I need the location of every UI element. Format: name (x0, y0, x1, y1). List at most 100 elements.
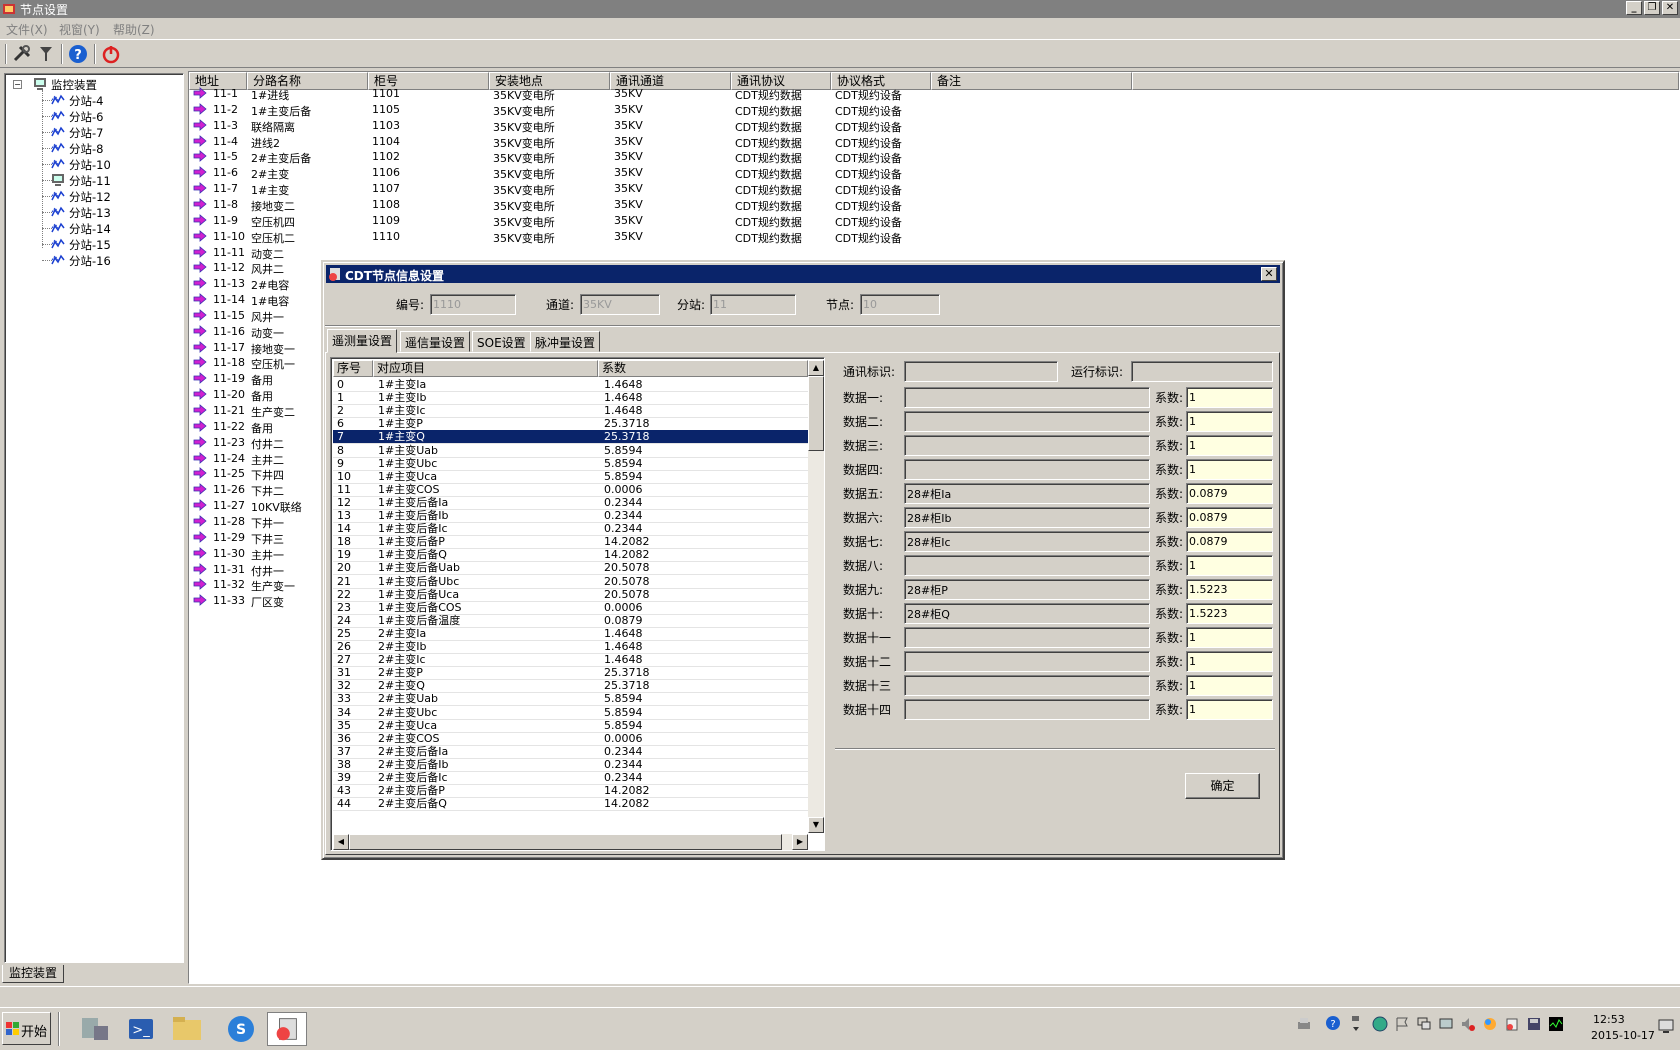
data-field[interactable] (904, 387, 1150, 408)
data-field[interactable] (904, 699, 1150, 720)
table-row[interactable]: 11-8 接地变二 1108 35KV变电所 35KV CDT规约数据 CDT规约设备 (189, 196, 1132, 213)
tab-soe[interactable]: SOE设置 (472, 331, 531, 352)
filter-icon[interactable] (35, 43, 57, 65)
list-item[interactable]: 34 2#主变Ubc 5.8594 (333, 706, 808, 720)
table-row[interactable]: 11-1 1#进线 1101 35KV变电所 35KV CDT规约数据 CDT规约设备 (189, 85, 1132, 102)
tab-pulse[interactable]: 脉冲量设置 (530, 331, 601, 352)
tray-expand-icon[interactable] (1351, 1014, 1361, 1034)
data-field[interactable] (904, 507, 1150, 528)
list-item[interactable]: 38 2#主变后备Ib 0.2344 (333, 758, 808, 772)
menu-help[interactable]: 帮助(Z) (113, 21, 155, 38)
list-item[interactable]: 12 1#主变后备Ia 0.2344 (333, 496, 808, 510)
coef-field[interactable] (1186, 675, 1273, 696)
data-field[interactable] (904, 627, 1150, 648)
menu-file[interactable]: 文件(X) (6, 21, 48, 38)
scroll-up-button[interactable]: ▲ (808, 360, 824, 376)
node-field[interactable] (860, 294, 940, 315)
coef-field[interactable] (1186, 459, 1273, 480)
network-computer-icon[interactable] (74, 1012, 114, 1046)
coef-field[interactable] (1186, 651, 1273, 672)
data-field[interactable] (904, 579, 1150, 600)
channel-field[interactable] (580, 294, 660, 315)
hscroll-thumb[interactable] (349, 834, 782, 850)
comm-id-field[interactable] (904, 361, 1058, 382)
scroll-left-button[interactable]: ◀ (333, 834, 349, 850)
list-col-index[interactable]: 序号 (333, 360, 373, 377)
data-field[interactable] (904, 531, 1150, 552)
list-col-coef[interactable]: 系数 (598, 360, 808, 377)
list-item[interactable]: 11 1#主变COS 0.0006 (333, 483, 808, 497)
power-icon[interactable] (100, 43, 122, 65)
list-item[interactable]: 44 2#主变后备Q 14.2082 (333, 797, 808, 812)
table-row[interactable]: 11-10 空压机二 1110 35KV变电所 35KV CDT规约数据 CDT规约设备 (189, 228, 1132, 245)
list-item[interactable]: 21 1#主变后备Ubc 20.5078 (333, 575, 808, 589)
restore-button[interactable]: ❐ (1644, 1, 1660, 15)
list-item[interactable]: 23 1#主变后备COS 0.0006 (333, 601, 808, 615)
table-row[interactable]: 11-4 进线2 1104 35KV变电所 35KV CDT规约数据 CDT规约设备 (189, 133, 1132, 150)
table-row[interactable]: 11-3 联络隔离 1103 35KV变电所 35KV CDT规约数据 CDT规约设备 (189, 117, 1132, 134)
data-field[interactable] (904, 459, 1150, 480)
list-item[interactable]: 8 1#主变Uab 5.8594 (333, 444, 808, 458)
data-field[interactable] (904, 603, 1150, 624)
minimize-button[interactable]: _ (1626, 1, 1642, 15)
table-row[interactable]: 11-9 空压机四 1109 35KV变电所 35KV CDT规约数据 CDT规约设备 (189, 212, 1132, 229)
start-button[interactable]: 开始 (2, 1012, 51, 1045)
coef-field[interactable] (1186, 603, 1273, 624)
data-field[interactable] (904, 435, 1150, 456)
data-field[interactable] (904, 483, 1150, 504)
table-row[interactable]: 11-5 2#主变后备 1102 35KV变电所 35KV CDT规约数据 CDT规约设备 (189, 148, 1132, 165)
data-field[interactable] (904, 675, 1150, 696)
data-field[interactable] (904, 651, 1150, 672)
list-item[interactable]: 27 2#主变Ic 1.4648 (333, 653, 808, 668)
volume-muted-icon[interactable] (1460, 1016, 1476, 1032)
list-item[interactable]: 9 1#主变Ubc 5.8594 (333, 457, 808, 471)
list-item[interactable]: 13 1#主变后备Ib 0.2344 (333, 509, 808, 523)
app-tray-icon[interactable] (1504, 1016, 1520, 1032)
coef-field[interactable] (1186, 435, 1273, 456)
run-id-field[interactable] (1131, 361, 1273, 382)
folder-icon[interactable] (167, 1012, 207, 1046)
powershell-icon[interactable]: >_ (121, 1012, 161, 1046)
scroll-down-button[interactable]: ▼ (808, 817, 824, 833)
coef-field[interactable] (1186, 699, 1273, 720)
coef-field[interactable] (1186, 627, 1273, 648)
list-item[interactable]: 10 1#主变Uca 5.8594 (333, 470, 808, 484)
globe-icon[interactable] (1372, 1016, 1388, 1032)
list-item[interactable]: 20 1#主变后备Uab 20.5078 (333, 561, 808, 576)
table-row[interactable]: 11-7 1#主变 1107 35KV变电所 35KV CDT规约数据 CDT规约设备 (189, 180, 1132, 197)
coef-field[interactable] (1186, 531, 1273, 552)
scroll-thumb[interactable] (808, 376, 824, 451)
printer-icon[interactable] (1296, 1016, 1312, 1032)
tray-clock-time[interactable]: 12:53 (1593, 1013, 1625, 1026)
network-icon[interactable] (1438, 1016, 1454, 1032)
list-item[interactable]: 35 2#主变Uca 5.8594 (333, 719, 808, 733)
data-field[interactable] (904, 555, 1150, 576)
data-field[interactable] (904, 411, 1150, 432)
list-item[interactable]: 26 2#主变Ib 1.4648 (333, 640, 808, 654)
list-item[interactable]: 43 2#主变后备P 14.2082 (333, 784, 808, 799)
list-item[interactable]: 7 1#主变Q 25.3718 (332, 429, 809, 446)
display-icon[interactable] (1416, 1016, 1432, 1032)
list-item[interactable]: 0 1#主变Ia 1.4648 (333, 378, 808, 392)
table-row[interactable]: 11-6 2#主变 1106 35KV变电所 35KV CDT规约数据 CDT规约设备 (189, 164, 1132, 181)
number-field[interactable] (430, 294, 516, 315)
tray-clock-date[interactable]: 2015-10-17 (1591, 1029, 1655, 1042)
list-col-item[interactable]: 对应项目 (373, 360, 598, 377)
coef-field[interactable] (1186, 411, 1273, 432)
coef-field[interactable] (1186, 555, 1273, 576)
flag-icon[interactable] (1394, 1016, 1410, 1032)
list-item[interactable]: 24 1#主变后备温度 0.0879 (333, 614, 808, 628)
sogou-icon[interactable]: S (221, 1012, 261, 1046)
list-item[interactable]: 25 2#主变Ia 1.4648 (333, 627, 808, 641)
coef-field[interactable] (1186, 579, 1273, 600)
list-item[interactable]: 1 1#主变Ib 1.4648 (333, 391, 808, 406)
save-disk-icon[interactable] (1526, 1016, 1542, 1032)
list-item[interactable]: 33 2#主变Uab 5.8594 (333, 692, 808, 707)
help-tray-icon[interactable]: ? (1325, 1015, 1341, 1031)
list-item[interactable]: 37 2#主变后备Ia 0.2344 (333, 745, 808, 759)
table-row[interactable]: 11-11 动变二 (189, 244, 1132, 261)
menu-view[interactable]: 视窗(Y) (59, 21, 100, 38)
station-field[interactable] (710, 294, 796, 315)
tab-monitor-device[interactable]: 监控装置 (2, 965, 64, 983)
table-row[interactable]: 11-2 1#主变后备 1105 35KV变电所 35KV CDT规约数据 CDT规约设备 (189, 101, 1132, 118)
